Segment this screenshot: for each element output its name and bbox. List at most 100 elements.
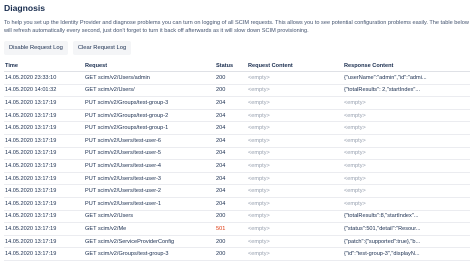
cell-status: 200 [215,210,247,224]
cell-time: 14.05.2020 13:17:19 [4,109,84,123]
table-row: 14.05.2020 13:17:19 GET scim/v2/Groups/te… [4,247,470,261]
cell-request: PUT scim/v2/Users/test-user-4 [84,159,215,173]
button-row: Disable Request Log Clear Request Log [4,41,470,55]
table-row: 14.05.2020 13:17:19 PUT scim/v2/Groups/te… [4,121,470,135]
table-row: 14.05.2020 14:01:32 GET scim/v2/Users/200… [4,84,470,98]
diagnosis-panel: Diagnosis To help you set up the Identit… [4,3,470,261]
cell-request-content: <empty> [247,184,343,198]
table-row: 14.05.2020 13:17:19 PUT scim/v2/Users/tes… [4,172,470,186]
header-request-content: Request Content [247,60,343,72]
cell-request: PUT scim/v2/Users/test-user-6 [84,134,215,148]
header-status: Status [215,60,247,72]
page-title: Diagnosis [4,3,46,13]
cell-response-content: {"totalResults": 2,"startIndex"... [343,84,470,98]
cell-status: 200 [215,235,247,249]
table-row: 14.05.2020 13:17:19 PUT scim/v2/Users/tes… [4,134,470,148]
cell-time: 14.05.2020 13:17:19 [4,172,84,186]
cell-status: 204 [215,96,247,110]
request-log-table: Time Request Status Request Content Resp… [4,60,470,261]
table-header-row: Time Request Status Request Content Resp… [4,60,470,72]
cell-request-content: <empty> [247,84,343,98]
cell-request-content: <empty> [247,71,343,85]
table-body: 14.05.2020 23:33:10 GET scim/v2/Users/adm… [4,71,470,261]
cell-status: 204 [215,184,247,198]
table-row: 14.05.2020 13:17:19 PUT scim/v2/Groups/te… [4,96,470,110]
cell-request-content: <empty> [247,172,343,186]
cell-request-content: <empty> [247,109,343,123]
cell-request-content: <empty> [247,159,343,173]
cell-time: 14.05.2020 13:17:19 [4,159,84,173]
cell-status: 204 [215,109,247,123]
cell-time: 14.05.2020 13:17:19 [4,147,84,161]
cell-request-content: <empty> [247,96,343,110]
cell-request-content: <empty> [247,197,343,211]
cell-time: 14.05.2020 13:17:19 [4,184,84,198]
disable-request-log-button[interactable]: Disable Request Log [4,41,68,55]
cell-response-content: <empty> [343,172,470,186]
table-row: 14.05.2020 13:17:19 PUT scim/v2/Users/tes… [4,159,470,173]
cell-request-content: <empty> [247,134,343,148]
table-row: 14.05.2020 23:33:10 GET scim/v2/Users/adm… [4,71,470,85]
cell-time: 14.05.2020 13:17:19 [4,210,84,224]
cell-response-content: {"status":501,"detail":"Resour... [343,222,470,236]
cell-response-content: <empty> [343,134,470,148]
cell-time: 14.05.2020 13:17:19 [4,121,84,135]
cell-request-content: <empty> [247,210,343,224]
table-row: 14.05.2020 13:17:19 GET scim/v2/ServicePr… [4,235,470,249]
cell-request: GET scim/v2/ServiceProviderConfig [84,235,215,249]
table-row: 14.05.2020 13:17:19 PUT scim/v2/Users/tes… [4,184,470,198]
cell-status: 204 [215,121,247,135]
cell-response-content: <empty> [343,197,470,211]
table-row: 14.05.2020 13:17:19 GET scim/v2/Users 200 <… [4,210,470,224]
cell-request: GET scim/v2/Groups/test-group-3 [84,247,215,261]
cell-status: 204 [215,172,247,186]
cell-time: 14.05.2020 14:01:32 [4,84,84,98]
cell-status: 204 [215,134,247,148]
cell-request-content: <empty> [247,235,343,249]
cell-request: GET scim/v2/Me [84,222,215,236]
cell-time: 14.05.2020 13:17:19 [4,96,84,110]
cell-request: GET scim/v2/Users/ [84,84,215,98]
cell-status: 204 [215,159,247,173]
cell-response-content: <empty> [343,184,470,198]
cell-response-content: <empty> [343,159,470,173]
cell-response-content: {"userName":"admin","id":"admi... [343,71,470,85]
cell-request: PUT scim/v2/Groups/test-group-2 [84,109,215,123]
cell-request-content: <empty> [247,147,343,161]
cell-request: PUT scim/v2/Users/test-user-2 [84,184,215,198]
cell-response-content: {"id":"test-group-3","displayN... [343,247,470,261]
cell-status: 501 [215,222,247,236]
header-time: Time [4,60,84,72]
clear-request-log-button[interactable]: Clear Request Log [72,41,132,55]
cell-response-content: <empty> [343,109,470,123]
cell-time: 14.05.2020 13:17:19 [4,235,84,249]
cell-response-content: <empty> [343,96,470,110]
cell-time: 14.05.2020 13:17:19 [4,134,84,148]
cell-time: 14.05.2020 23:33:10 [4,71,84,85]
table-row: 14.05.2020 13:17:19 PUT scim/v2/Users/tes… [4,197,470,211]
cell-status: 204 [215,197,247,211]
cell-request: PUT scim/v2/Groups/test-group-3 [84,96,215,110]
table-row: 14.05.2020 13:17:19 PUT scim/v2/Groups/te… [4,109,470,123]
cell-status: 200 [215,247,247,261]
cell-response-content: {"totalResults":8,"startIndex"... [343,210,470,224]
table-row: 14.05.2020 13:17:19 GET scim/v2/Me 501 <emp… [4,222,470,236]
cell-request-content: <empty> [247,222,343,236]
cell-response-content: <empty> [343,147,470,161]
table-row: 14.05.2020 13:17:19 PUT scim/v2/Users/tes… [4,147,470,161]
header-response-content: Response Content [343,60,470,72]
header-request: Request [84,60,215,72]
cell-time: 14.05.2020 13:17:19 [4,222,84,236]
cell-status: 200 [215,71,247,85]
cell-request: PUT scim/v2/Users/test-user-5 [84,147,215,161]
cell-status: 204 [215,147,247,161]
cell-time: 14.05.2020 13:17:19 [4,247,84,261]
cell-request: GET scim/v2/Users/admin [84,71,215,85]
cell-request-content: <empty> [247,247,343,261]
cell-request: GET scim/v2/Users [84,210,215,224]
cell-request: PUT scim/v2/Users/test-user-1 [84,197,215,211]
cell-request-content: <empty> [247,121,343,135]
cell-response-content: {"patch":{"supported":true},"b... [343,235,470,249]
cell-request: PUT scim/v2/Users/test-user-3 [84,172,215,186]
cell-time: 14.05.2020 13:17:19 [4,197,84,211]
